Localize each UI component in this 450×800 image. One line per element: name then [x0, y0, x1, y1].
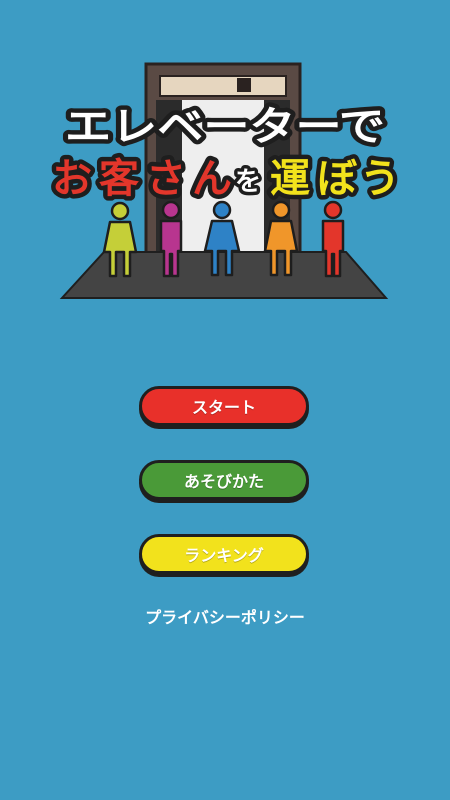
title-line-2: お 客 さ ん を 運 ぼ う — [48, 152, 405, 207]
privacy-policy-link[interactable]: プライバシーポリシー — [0, 604, 450, 628]
title-char-bo: ぼ — [317, 156, 357, 202]
title-char-u: う — [360, 156, 400, 202]
title-char-n: ん — [192, 156, 232, 202]
how-to-play-button-label: あそびかた — [183, 472, 264, 491]
start-button[interactable]: スタート — [139, 386, 309, 426]
title-char-sa: さ — [146, 156, 186, 202]
how-to-play-button[interactable]: あそびかた — [139, 460, 309, 500]
title-logo: エレベーターで お 客 さ ん を 運 ぼ う — [48, 62, 405, 299]
title-line-1: エレベーターで — [65, 104, 385, 150]
person-icon-red — [321, 200, 345, 278]
title-char-hakobu: 運 — [270, 156, 310, 202]
ranking-button[interactable]: ランキング — [139, 534, 309, 574]
ranking-button-label: ランキング — [184, 546, 264, 565]
title-char-o: お — [52, 156, 92, 202]
start-button-label: スタート — [191, 398, 256, 417]
title-char-wo: を — [235, 167, 261, 197]
title-char-kyaku: 客 — [99, 156, 139, 202]
person-icon-magenta — [159, 200, 183, 278]
